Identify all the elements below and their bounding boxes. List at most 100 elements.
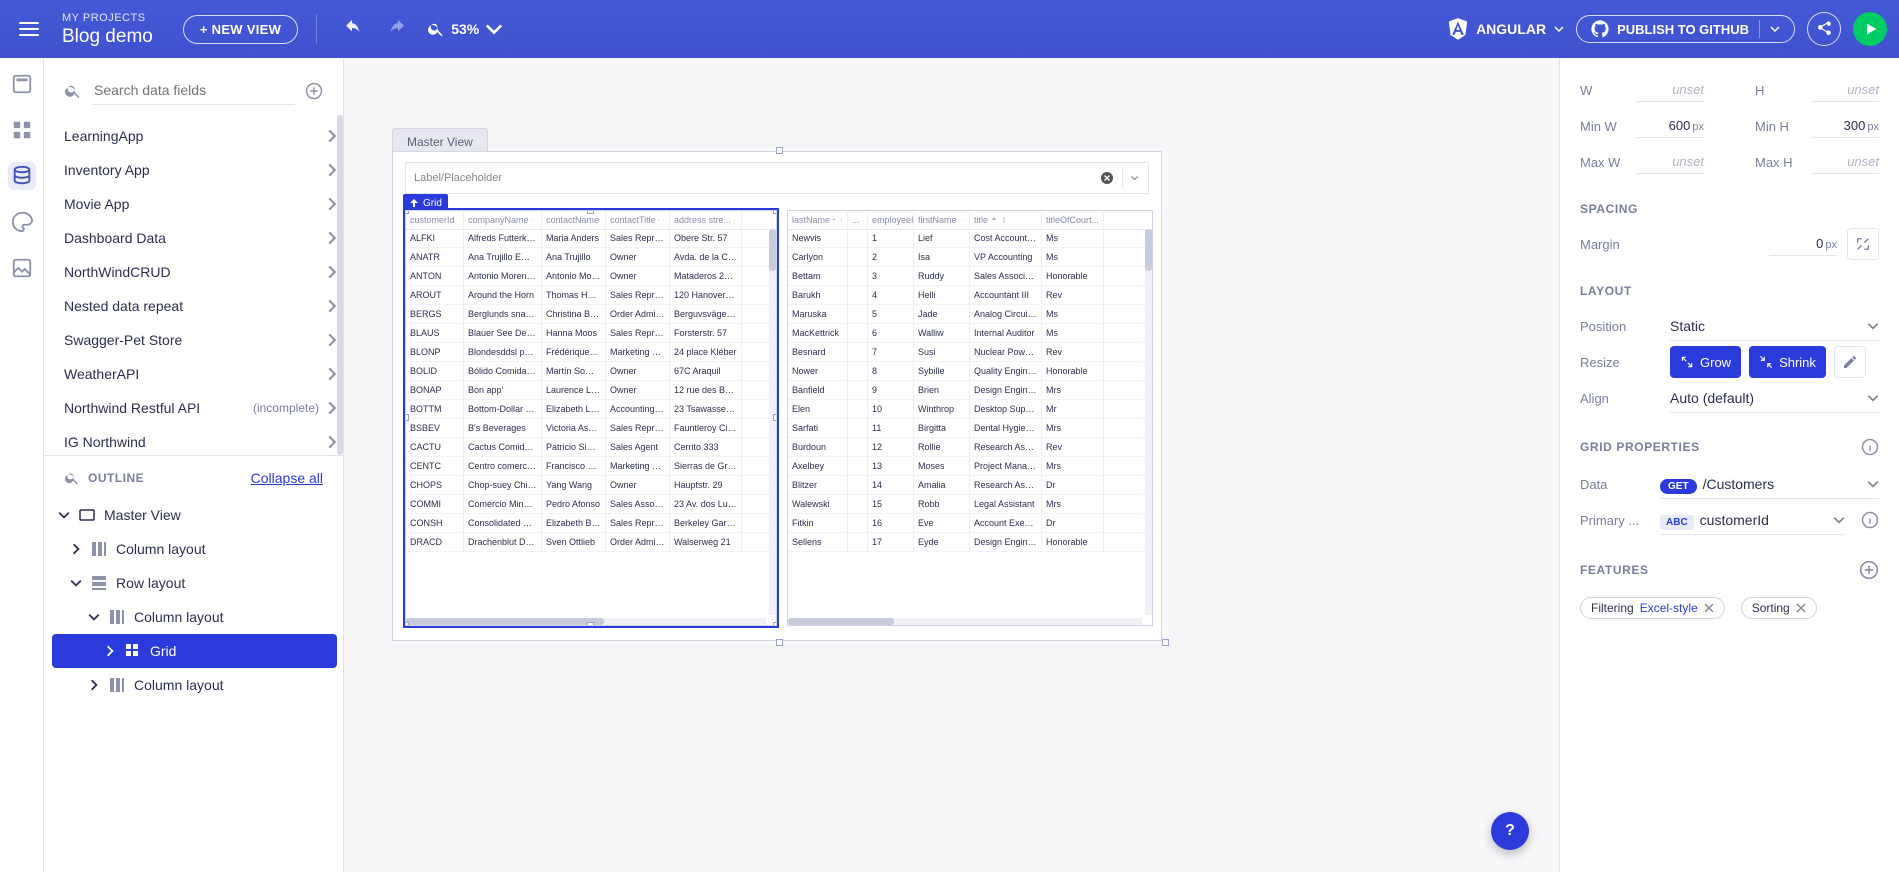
edit-resize-button[interactable] <box>1834 346 1866 378</box>
outline-tree[interactable]: Master ViewColumn layoutRow layoutColumn… <box>44 494 343 872</box>
expand-icon[interactable] <box>88 679 100 691</box>
expand-icon[interactable] <box>70 577 82 589</box>
datasource-item[interactable]: Inventory App <box>64 153 339 187</box>
datasource-item[interactable]: WeatherAPI <box>64 357 339 391</box>
table-row[interactable]: AROUTAround the HornThomas HardySales Re… <box>406 286 776 305</box>
tree-node[interactable]: Column layout <box>52 668 337 702</box>
info-icon[interactable] <box>1861 438 1879 456</box>
clear-icon[interactable] <box>1100 171 1114 185</box>
shrink-button[interactable]: Shrink <box>1749 346 1826 378</box>
column-header[interactable]: employeeID <box>868 211 914 229</box>
datasource-item[interactable]: NorthWindCRUD <box>64 255 339 289</box>
table-row[interactable]: Nower8SybilleQuality EngineerHonorable <box>788 362 1152 381</box>
run-button[interactable] <box>1853 12 1887 46</box>
table-row[interactable]: Blitzer14AmaliaResearch Assista...Dr <box>788 476 1152 495</box>
close-icon[interactable] <box>1704 603 1714 613</box>
table-row[interactable]: BERGSBerglunds snabb...Christina Berglun… <box>406 305 776 324</box>
scrollbar-vertical[interactable] <box>1145 229 1152 615</box>
column-header[interactable]: title <box>970 211 1042 229</box>
datasource-item[interactable]: Movie App <box>64 187 339 221</box>
table-row[interactable]: Elen10WinthropDesktop Support...Mr <box>788 400 1152 419</box>
tree-node[interactable]: Master View <box>52 498 337 532</box>
search-input[interactable] <box>92 76 295 105</box>
datasource-list[interactable]: LearningAppInventory AppMovie AppDashboa… <box>44 115 343 455</box>
table-row[interactable]: ANTONAntonio Moreno ...Antonio MorencOwn… <box>406 267 776 286</box>
menu-dots-icon[interactable] <box>736 216 737 224</box>
datasource-item[interactable]: Dashboard Data <box>64 221 339 255</box>
expand-icon[interactable] <box>104 645 116 657</box>
maxw-value[interactable]: unset <box>1636 150 1704 174</box>
scrollbar-horizontal[interactable] <box>788 618 1142 625</box>
align-select[interactable]: Auto (default) <box>1670 384 1879 413</box>
rail-views[interactable] <box>8 70 36 98</box>
grid-customers[interactable]: customerIdcompanyNamecontactNamecontactT… <box>405 210 777 626</box>
publish-github-button[interactable]: PUBLISH TO GITHUB <box>1576 15 1795 43</box>
zoom-control[interactable]: 53% <box>427 20 503 38</box>
table-row[interactable]: Sarfati11BirgittaDental HygienistMrs <box>788 419 1152 438</box>
menu-dots-icon[interactable] <box>963 216 965 224</box>
table-row[interactable]: CHOPSChop-suey Chine...Yang WangOwnerHau… <box>406 476 776 495</box>
minh-value[interactable]: 300px <box>1811 114 1879 138</box>
column-header[interactable]: contactTitle <box>606 211 670 229</box>
canvas[interactable]: Master View Label/Placeholder Grid custo… <box>344 58 1559 872</box>
column-header[interactable]: address stre... <box>670 211 742 229</box>
table-row[interactable]: ALFKIAlfreds FutterkisteMaria AndersSale… <box>406 229 776 248</box>
expand-margin-button[interactable] <box>1847 228 1879 260</box>
margin-value[interactable]: 0px <box>1769 232 1837 256</box>
rail-data[interactable] <box>8 162 36 190</box>
scrollbar-vertical[interactable] <box>769 229 776 615</box>
column-header[interactable]: companyName <box>464 211 542 229</box>
rail-components[interactable] <box>8 116 36 144</box>
table-row[interactable]: Axelbey13MosesProject ManagerMrs <box>788 457 1152 476</box>
h-value[interactable]: unset <box>1811 78 1879 102</box>
table-row[interactable]: MacKettrick6WalliwInternal AuditorMs <box>788 324 1152 343</box>
table-row[interactable]: CACTUCactus Comidas ...Patricio SimpsonS… <box>406 438 776 457</box>
publish-dropdown[interactable] <box>1759 20 1790 38</box>
table-row[interactable]: BONAPBon app'Laurence LebihanOwner12 rue… <box>406 381 776 400</box>
expand-icon[interactable] <box>88 611 100 623</box>
column-header[interactable]: customerId <box>406 211 464 229</box>
table-row[interactable]: Maruska5JadeAnalog Circuit De...Ms <box>788 305 1152 324</box>
table-row[interactable]: Sellens17EydeDesign EngineerHonorable <box>788 533 1152 552</box>
table-row[interactable]: COMMIComércio MineiroPedro AfonsoSales A… <box>406 495 776 514</box>
rail-assets[interactable] <box>8 254 36 282</box>
expand-icon[interactable] <box>58 509 70 521</box>
canvas-frame[interactable]: Label/Placeholder Grid customerIdcompany… <box>392 151 1162 641</box>
info-icon[interactable] <box>1861 511 1879 529</box>
table-row[interactable]: Fitkin16EveAccount ExecutiveDr <box>788 514 1152 533</box>
table-row[interactable]: ANATRAna Trujillo Empa...Ana TrujilloOwn… <box>406 248 776 267</box>
table-row[interactable]: Barukh4HelliAccountant IIIRev <box>788 286 1152 305</box>
redo-button[interactable] <box>381 12 415 46</box>
table-row[interactable]: Walewski15RobbLegal AssistantMrs <box>788 495 1152 514</box>
table-row[interactable]: Besnard7SusiNuclear Power E...Rev <box>788 343 1152 362</box>
table-row[interactable]: BLONPBlondesddsl père...Frédérique Citea… <box>406 343 776 362</box>
menu-dots-icon[interactable] <box>662 216 665 224</box>
add-datasource-button[interactable] <box>305 82 323 100</box>
table-row[interactable]: Newvis1LiefCost AccountantMs <box>788 229 1152 248</box>
expand-icon[interactable] <box>70 543 82 555</box>
share-button[interactable] <box>1807 12 1841 46</box>
tree-node[interactable]: Column layout <box>52 600 337 634</box>
column-header[interactable]: titleOfCourt... <box>1042 211 1104 229</box>
grid-searchbar[interactable]: Label/Placeholder <box>405 162 1149 194</box>
menu-dots-icon[interactable] <box>535 216 537 224</box>
collapse-all-link[interactable]: Collapse all <box>251 470 323 486</box>
table-row[interactable]: BSBEVB's BeveragesVictoria AshworthSales… <box>406 419 776 438</box>
datasource-item[interactable]: Northwind Restful API(incomplete) <box>64 391 339 425</box>
close-icon[interactable] <box>1796 603 1806 613</box>
table-row[interactable]: BOTTMBottom-Dollar M...Elizabeth Lincoln… <box>406 400 776 419</box>
column-header[interactable]: firstName <box>914 211 970 229</box>
table-row[interactable]: Banfield9BrienDesign EngineerMrs <box>788 381 1152 400</box>
undo-button[interactable] <box>335 12 369 46</box>
column-header[interactable]: lastName <box>788 211 848 229</box>
pk-select[interactable]: ABCcustomerId <box>1660 506 1845 535</box>
menu-button[interactable] <box>12 12 46 46</box>
table-row[interactable]: Burdoun12RollieResearch Assista...Rev <box>788 438 1152 457</box>
datasource-item[interactable]: LearningApp <box>64 119 339 153</box>
tree-node[interactable]: Grid <box>52 634 337 668</box>
chevron-down-icon[interactable] <box>1122 169 1140 187</box>
column-header[interactable]: ... <box>848 211 868 229</box>
w-value[interactable]: unset <box>1636 78 1704 102</box>
position-select[interactable]: Static <box>1670 312 1879 341</box>
tree-node[interactable]: Column layout <box>52 532 337 566</box>
